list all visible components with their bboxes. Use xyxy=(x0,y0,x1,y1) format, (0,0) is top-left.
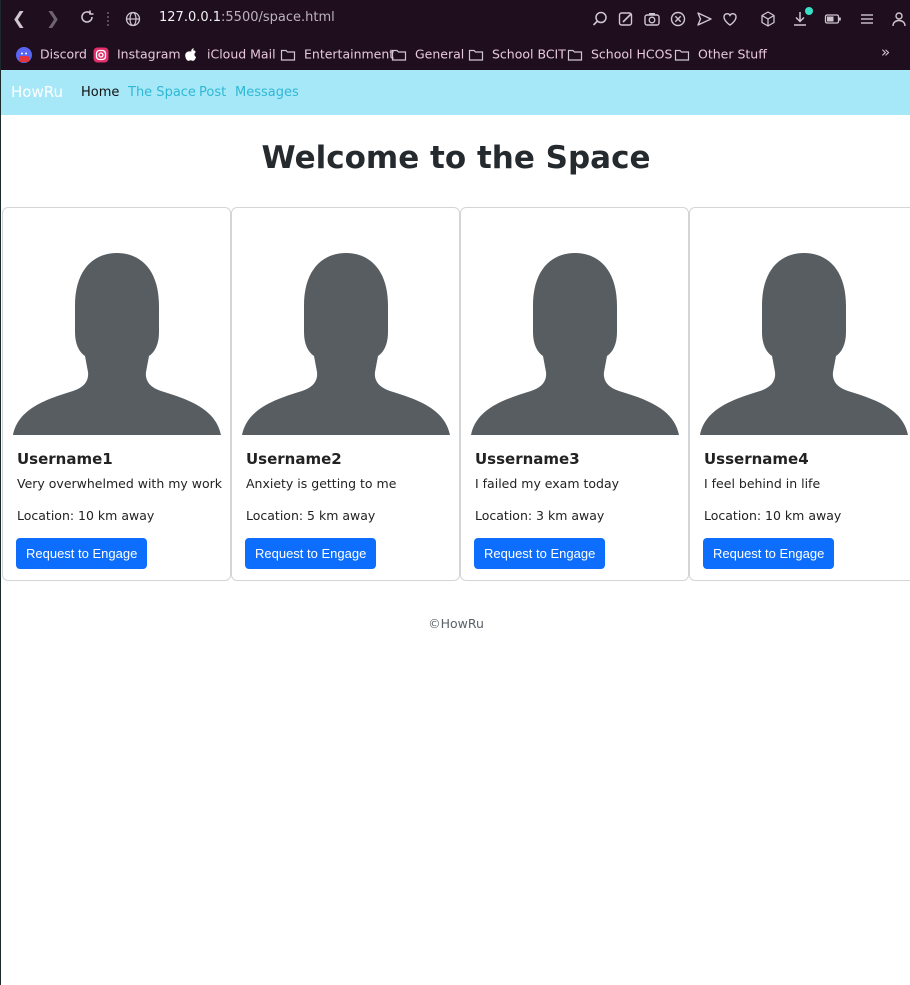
request-to-engage-button[interactable]: Request to Engage xyxy=(245,538,377,569)
request-to-engage-button[interactable]: Request to Engage xyxy=(474,538,606,569)
menu-icon[interactable] xyxy=(858,10,876,28)
profile-icon[interactable] xyxy=(890,10,908,28)
site-navbar: HowRu Home The Space Post Messages xyxy=(1,70,910,115)
avatar-silhouette-icon xyxy=(700,253,908,435)
bookmark-label: iCloud Mail xyxy=(207,46,276,62)
bookmarks-overflow-icon[interactable]: » xyxy=(881,43,890,61)
request-to-engage-button[interactable]: Request to Engage xyxy=(703,538,835,569)
card-location: Location: 3 km away xyxy=(475,508,605,523)
card-username: Ussername3 xyxy=(475,450,580,468)
bookmark-school-hcos[interactable]: School HCOS xyxy=(567,45,672,63)
globe-icon[interactable] xyxy=(125,11,141,27)
card-username: Ussername4 xyxy=(704,450,809,468)
card-location: Location: 10 km away xyxy=(17,508,155,523)
folder-icon xyxy=(567,47,583,63)
avatar-silhouette-icon xyxy=(242,253,450,435)
card-username: Username2 xyxy=(246,450,342,468)
folder-icon xyxy=(468,47,484,63)
back-icon[interactable]: ❮ xyxy=(9,9,29,29)
cube-icon[interactable] xyxy=(759,10,777,28)
folder-icon xyxy=(280,47,296,63)
bookmark-label: General xyxy=(415,46,465,62)
avatar-silhouette-icon xyxy=(471,253,679,435)
bookmark-label: School BCIT xyxy=(492,46,566,62)
folder-icon xyxy=(391,47,407,63)
card-status: I failed my exam today xyxy=(475,476,620,491)
discord-icon xyxy=(16,46,32,63)
nav-link-home[interactable]: Home xyxy=(81,85,119,100)
browser-toolbar: ❮ ❯ 127.0.0.1:5500/space.html xyxy=(1,0,910,38)
bookmark-other-stuff[interactable]: Other Stuff xyxy=(674,45,767,63)
card-username: Username1 xyxy=(17,450,113,468)
card-status: Anxiety is getting to me xyxy=(246,476,397,491)
folder-icon xyxy=(674,47,690,63)
user-card: Username1 Very overwhelmed with my work … xyxy=(2,207,231,581)
request-to-engage-button[interactable]: Request to Engage xyxy=(16,538,148,569)
edit-icon[interactable] xyxy=(617,10,635,28)
reload-icon[interactable] xyxy=(77,9,97,29)
bookmark-label: School HCOS xyxy=(591,46,673,62)
card-status: Very overwhelmed with my work xyxy=(17,476,223,491)
camera-icon[interactable] xyxy=(643,10,661,28)
card-location: Location: 10 km away xyxy=(704,508,842,523)
bookmark-icloud-mail[interactable]: iCloud Mail xyxy=(183,45,276,63)
page-title: Welcome to the Space xyxy=(261,140,651,176)
url-host: 127.0.0.1 xyxy=(159,10,222,25)
block-icon[interactable] xyxy=(669,10,687,28)
toolbar-separator xyxy=(107,12,109,26)
bookmark-discord[interactable]: Discord xyxy=(16,45,87,63)
nav-link-messages[interactable]: Messages xyxy=(235,85,299,100)
user-card: Username2 Anxiety is getting to me Locat… xyxy=(231,207,460,581)
forward-icon[interactable]: ❯ xyxy=(43,9,63,29)
instagram-icon xyxy=(93,47,109,63)
user-card: Ussername4 I feel behind in life Locatio… xyxy=(689,207,910,581)
site-brand[interactable]: HowRu xyxy=(11,83,63,101)
bookmark-label: Other Stuff xyxy=(698,46,767,62)
user-card: Ussername3 I failed my exam today Locati… xyxy=(460,207,689,581)
bookmark-instagram[interactable]: Instagram xyxy=(93,45,181,63)
url-path: :5500/space.html xyxy=(221,10,335,25)
heart-icon[interactable] xyxy=(721,10,739,28)
nav-link-the-space[interactable]: The Space xyxy=(128,85,196,100)
bookmark-label: Entertainment xyxy=(304,46,395,62)
bookmark-school-bcit[interactable]: School BCIT xyxy=(468,45,566,63)
battery-icon[interactable] xyxy=(824,10,842,28)
bookmark-label: Discord xyxy=(40,46,87,62)
avatar-silhouette-icon xyxy=(13,253,221,435)
search-icon[interactable] xyxy=(591,10,609,28)
card-location: Location: 5 km away xyxy=(246,508,376,523)
bookmark-entertainment[interactable]: Entertainment xyxy=(280,45,394,63)
download-badge xyxy=(805,7,813,15)
send-icon[interactable] xyxy=(695,10,713,28)
bookmark-label: Instagram xyxy=(117,46,181,62)
nav-link-post[interactable]: Post xyxy=(199,85,226,100)
address-bar[interactable]: 127.0.0.1:5500/space.html xyxy=(159,10,335,25)
footer-copyright: ©HowRu xyxy=(428,616,484,631)
bookmark-general[interactable]: General xyxy=(391,45,464,63)
apple-icon xyxy=(183,47,199,63)
card-status: I feel behind in life xyxy=(704,476,821,491)
